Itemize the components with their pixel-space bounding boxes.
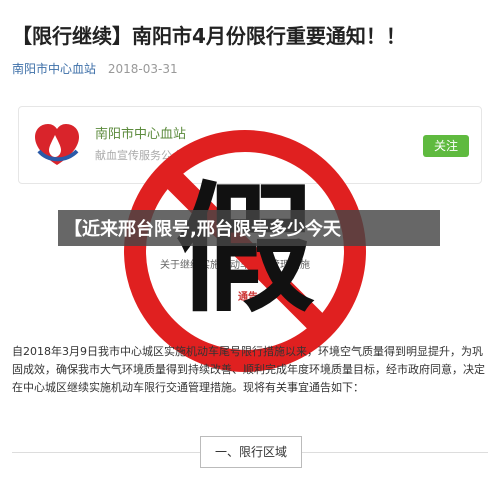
article-body-paragraph: 自2018年3月9日我市中心城区实施机动车尾号限行措施以来，环境空气质量得到明显… bbox=[12, 345, 485, 394]
article-date: 2018-03-31 bbox=[107, 62, 178, 76]
article-source-link[interactable]: 南阳市中心血站 bbox=[12, 62, 96, 76]
account-card[interactable]: 南阳市中心血站 献血宣传服务公众号 关注 bbox=[18, 106, 482, 184]
account-name: 南阳市中心血站 bbox=[95, 127, 187, 142]
article-title: 【限行继续】南阳市4月份限行重要通知！！ bbox=[12, 24, 406, 48]
blood-drop-logo-icon bbox=[35, 124, 79, 165]
image-notice-subtitle: 通告 bbox=[238, 292, 258, 303]
banner-text: 【近来邢台限号,邢台限号多少今天 bbox=[64, 219, 341, 240]
article-meta: 南阳市中心血站 2018-03-31 bbox=[12, 60, 178, 77]
title-banner: 【近来邢台限号,邢台限号多少今天 bbox=[58, 210, 440, 246]
follow-button[interactable]: 关注 bbox=[423, 135, 469, 157]
image-notice-title: 关于继续实施机动车限行管理措施 bbox=[160, 260, 310, 271]
account-description: 献血宣传服务公众号 bbox=[95, 149, 194, 162]
fake-stamp-text: 假 bbox=[175, 169, 315, 332]
section-heading: 一、限行区域 bbox=[200, 436, 302, 468]
